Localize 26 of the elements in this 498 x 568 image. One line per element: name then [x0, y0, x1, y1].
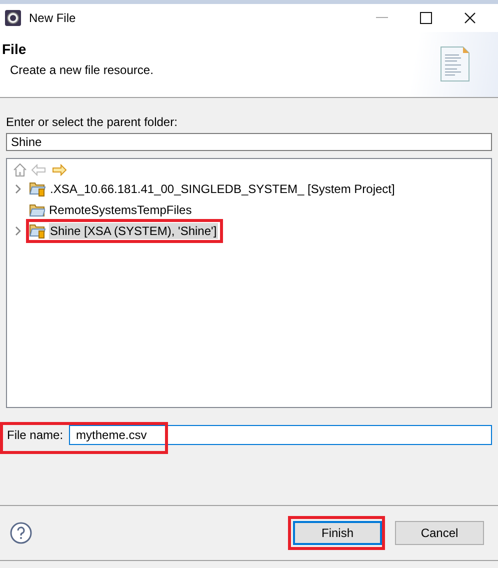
home-icon[interactable]	[13, 163, 27, 177]
tree-item[interactable]: Shine [XSA (SYSTEM), 'Shine']	[49, 222, 218, 238]
maximize-icon[interactable]	[420, 12, 432, 24]
expand-icon[interactable]	[14, 226, 22, 236]
project-folder-icon	[29, 222, 46, 238]
document-icon	[438, 46, 472, 82]
dialog-button[interactable]: Cancel	[395, 521, 484, 545]
close-icon[interactable]	[464, 12, 476, 24]
minimize-icon[interactable]	[376, 17, 388, 19]
expand-icon[interactable]	[14, 184, 22, 194]
folder-icon	[29, 202, 45, 216]
help-icon[interactable]	[10, 522, 32, 544]
page-title: File	[1, 40, 28, 57]
dialog-button[interactable]: Finish	[293, 521, 382, 545]
field-label: Enter or select the parent folder:	[6, 115, 178, 129]
tree-item[interactable]: RemoteSystemsTempFiles	[48, 202, 193, 218]
back-arrow-icon[interactable]	[31, 164, 47, 176]
page-description: Create a new file resource.	[9, 62, 154, 77]
tree-item[interactable]: .XSA_10.66.181.41_00_SINGLEDB_SYSTEM_ [System Project]	[49, 180, 396, 196]
app-icon	[5, 10, 21, 26]
forward-arrow-icon[interactable]	[51, 164, 67, 176]
project-folder-icon	[29, 180, 46, 196]
file-name-field[interactable]: mytheme.csv	[69, 425, 492, 445]
field-label: File name:	[7, 428, 64, 442]
folder-field[interactable]: Shine	[6, 133, 492, 151]
window-title: New File	[29, 11, 77, 25]
